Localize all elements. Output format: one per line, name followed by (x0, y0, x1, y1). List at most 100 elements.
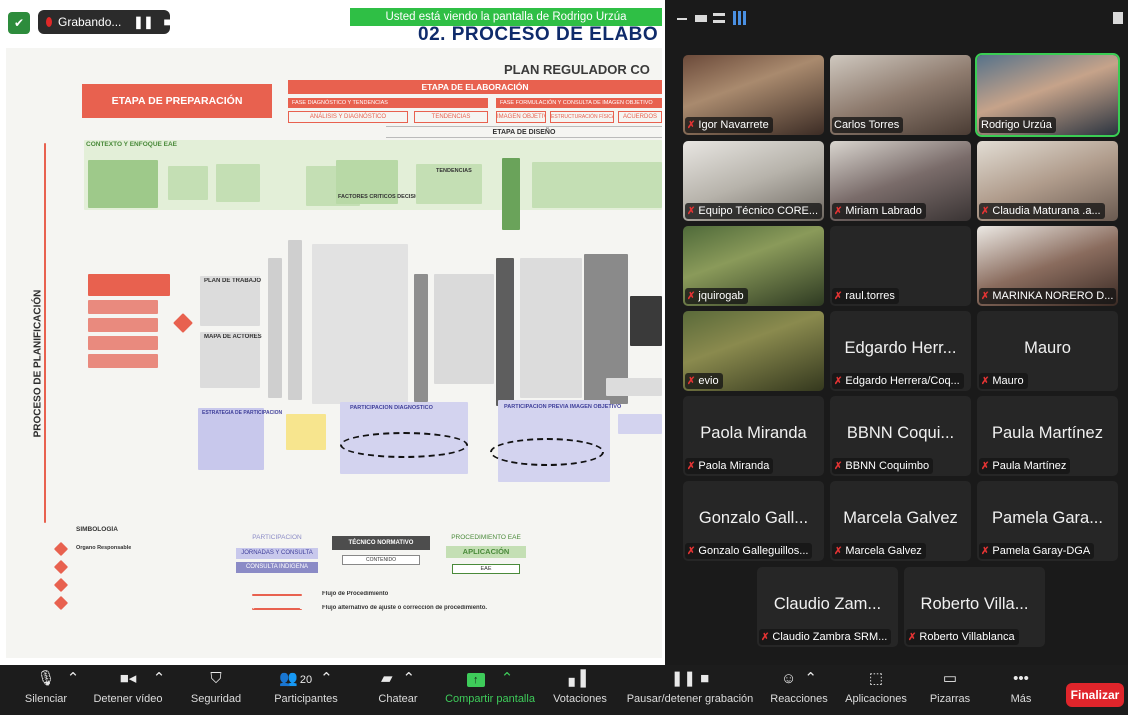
chevron-up-icon: ⌃ (152, 670, 166, 687)
etapa-elaboracion: ETAPA DE ELABORACIÓN (288, 80, 662, 94)
participant-display-name: Mauro (1024, 339, 1071, 357)
green-box (88, 160, 158, 208)
diamond (53, 577, 69, 593)
mic-muted-icon: ✗ (834, 545, 843, 557)
more-button[interactable]: ••• Más (996, 665, 1046, 715)
participant-tile[interactable]: ✗ jquirogab (683, 226, 824, 306)
participant-tile[interactable]: Paola Miranda ✗ Paola Miranda (683, 396, 824, 476)
participant-name: Equipo Técnico CORE... (698, 205, 819, 217)
security-button[interactable]: ⛉ Seguridad (186, 665, 246, 715)
view-icon[interactable] (1113, 12, 1123, 24)
mute-options-caret[interactable]: ⌃ (64, 665, 82, 715)
participant-name-tag: ✗ Marcela Galvez (832, 543, 926, 559)
red-box (88, 318, 158, 332)
list-icon[interactable] (713, 13, 725, 23)
strip-icon[interactable] (695, 15, 707, 22)
red-box (88, 354, 158, 368)
green-box (168, 166, 208, 200)
polls-button[interactable]: ▖▌ Votaciones (550, 665, 610, 715)
flujo-arrow (252, 594, 302, 596)
mic-muted-icon: ✗ (981, 290, 990, 302)
participant-name: Miriam Labrado (845, 205, 922, 217)
participant-tile[interactable]: ✗ Claudia Maturana .a... (977, 141, 1118, 221)
participant-tile[interactable]: Pamela Gara... ✗ Pamela Garay-DGA (977, 481, 1118, 561)
chevron-up-icon[interactable]: ⌃ (501, 670, 514, 687)
video-options-caret[interactable]: ⌃ (150, 665, 168, 715)
gray-panel (312, 244, 408, 404)
participant-tile[interactable]: Claudio Zam... ✗ Claudio Zambra SRM... (757, 567, 898, 647)
diamond (53, 595, 69, 611)
pause-record-icon: ❚❚ ■ (670, 670, 710, 687)
participant-tile[interactable]: BBNN Coqui... ✗ BBNN Coquimbo (830, 396, 971, 476)
participant-name-tag: ✗ Roberto Villablanca (906, 629, 1019, 645)
recording-indicator[interactable]: Grabando... ❚❚ ■ (38, 10, 171, 34)
participant-tile[interactable]: Gonzalo Gall... ✗ Gonzalo Galleguillos... (683, 481, 824, 561)
shield-icon[interactable]: ✔ (8, 12, 30, 34)
share-screen-button[interactable]: ↑ ⌃ Compartir pantalla (440, 665, 540, 715)
record-icon (46, 17, 52, 27)
participant-name: Claudio Zambra SRM... (772, 631, 888, 643)
mic-muted-icon: ✗ (687, 205, 696, 217)
mic-muted-icon: ✗ (834, 460, 843, 472)
red-box (88, 274, 170, 296)
participant-tile[interactable]: Paula Martínez ✗ Paula Martínez (977, 396, 1118, 476)
sub-imagen: IMAGEN OBJETIVO (496, 111, 546, 123)
participant-name-tag: ✗ Mauro (979, 373, 1028, 389)
participant-name: jquirogab (698, 290, 744, 302)
contexto-label: CONTEXTO Y ENFOQUE EAE (86, 141, 178, 148)
participant-tile[interactable]: Edgardo Herr... ✗ Edgardo Herrera/Coq... (830, 311, 971, 391)
participant-tile[interactable]: Marcela Galvez ✗ Marcela Galvez (830, 481, 971, 561)
reactions-button[interactable]: ☺ ⌃ Reacciones (766, 665, 832, 715)
participant-tile[interactable]: Mauro ✗ Mauro (977, 311, 1118, 391)
participant-tile[interactable]: Carlos Torres (830, 55, 971, 135)
gallery-pane: ✗ Igor Navarrete Carlos Torres Rodrigo Urzú… (665, 0, 1128, 665)
participant-tile[interactable]: ✗ Equipo Técnico CORE... (683, 141, 824, 221)
leg-consulta: CONSULTA INDIGENA (236, 562, 318, 573)
chat-button[interactable]: ▰ ⌃ Chatear (368, 665, 428, 715)
participant-tile[interactable]: ✗ raul.torres (830, 226, 971, 306)
participant-name: Claudia Maturana .a... (992, 205, 1101, 217)
participant-name: BBNN Coquimbo (845, 460, 930, 472)
red-box (88, 300, 158, 314)
mic-muted-icon: ✗ (687, 460, 696, 472)
proceso-planificacion-label: PROCESO DE PLANIFICACIÓN (32, 289, 44, 438)
participant-tile[interactable]: ✗ Miriam Labrado (830, 141, 971, 221)
participant-name: Igor Navarrete (698, 119, 769, 131)
leg-aplicacion: APLICACIÓN (446, 546, 526, 558)
participant-tile[interactable]: ✗ MARINKA NORERO D... (977, 226, 1118, 306)
more-icon: ••• (1013, 670, 1029, 687)
participant-name: Paula Martínez (992, 460, 1067, 472)
participant-name: Roberto Villablanca (919, 631, 1015, 643)
participant-tile[interactable]: ✗ evio (683, 311, 824, 391)
minimize-icon[interactable] (677, 18, 687, 20)
gray-panel (520, 258, 582, 398)
end-meeting-button[interactable]: Finalizar (1066, 683, 1124, 707)
pause-icon[interactable]: ❚❚ (133, 15, 153, 29)
leg-participacion: PARTICIPACIÓN (252, 534, 302, 541)
participant-tile[interactable]: Rodrigo Urzúa (975, 53, 1120, 137)
gallery-grid-icon[interactable] (733, 11, 747, 25)
stop-icon[interactable]: ■ (163, 15, 170, 29)
share-screen-icon: ↑ (466, 673, 485, 687)
participant-name-tag: ✗ Pamela Garay-DGA (979, 543, 1095, 559)
apps-button[interactable]: ⬚ Aplicaciones (840, 665, 912, 715)
participant-name: Paola Miranda (698, 460, 770, 472)
reactions-icon: ☺ (781, 670, 797, 687)
participant-name: Rodrigo Urzúa (981, 119, 1052, 131)
chevron-up-icon[interactable]: ⌃ (320, 670, 333, 687)
participant-name-tag: ✗ Claudia Maturana .a... (979, 203, 1105, 219)
participant-display-name: Pamela Gara... (992, 509, 1103, 527)
whiteboard-button[interactable]: ▭ Pizarras (922, 665, 978, 715)
participant-name-tag: ✗ Equipo Técnico CORE... (685, 203, 822, 219)
participant-tile[interactable]: Roberto Villa... ✗ Roberto Villablanca (904, 567, 1045, 647)
participants-button[interactable]: 👥 20 ⌃ Participantes (266, 665, 346, 715)
pause-recording-button[interactable]: ❚❚ ■ Pausar/detener grabación (622, 665, 758, 715)
participant-name: Edgardo Herrera/Coq... (845, 375, 960, 387)
participant-tile[interactable]: ✗ Igor Navarrete (683, 55, 824, 135)
diamond (53, 541, 69, 557)
participant-name-tag: ✗ Miriam Labrado (832, 203, 926, 219)
slide-title: 02. PROCESO DE ELABO (418, 24, 659, 45)
leg-jornadas: JORNADAS Y CONSULTA (236, 548, 318, 559)
chevron-up-icon[interactable]: ⌃ (402, 670, 415, 687)
chevron-up-icon[interactable]: ⌃ (804, 670, 817, 687)
